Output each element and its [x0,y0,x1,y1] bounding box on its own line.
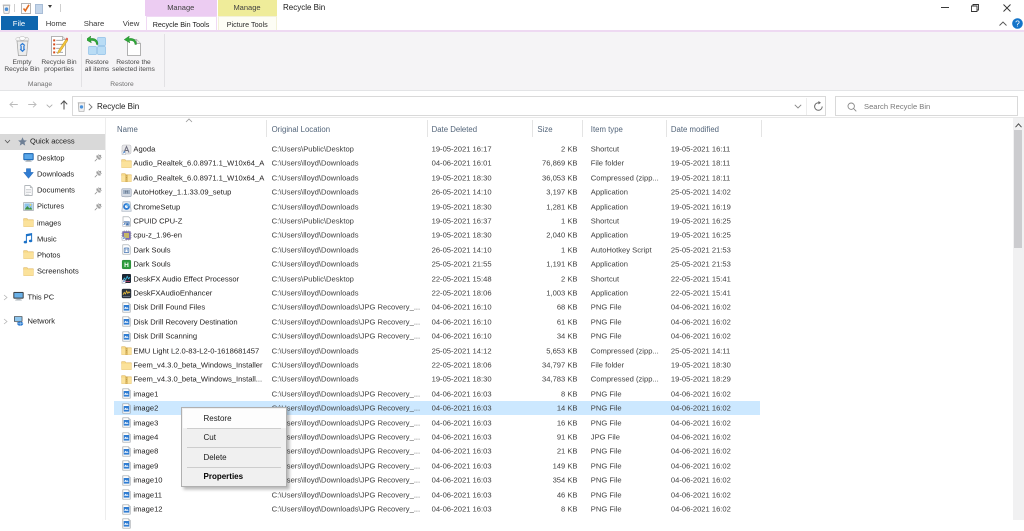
svg-text:?: ? [1015,18,1020,28]
svg-text:H: H [125,189,128,194]
svg-text:H: H [125,248,128,253]
svg-text:H: H [124,262,129,269]
